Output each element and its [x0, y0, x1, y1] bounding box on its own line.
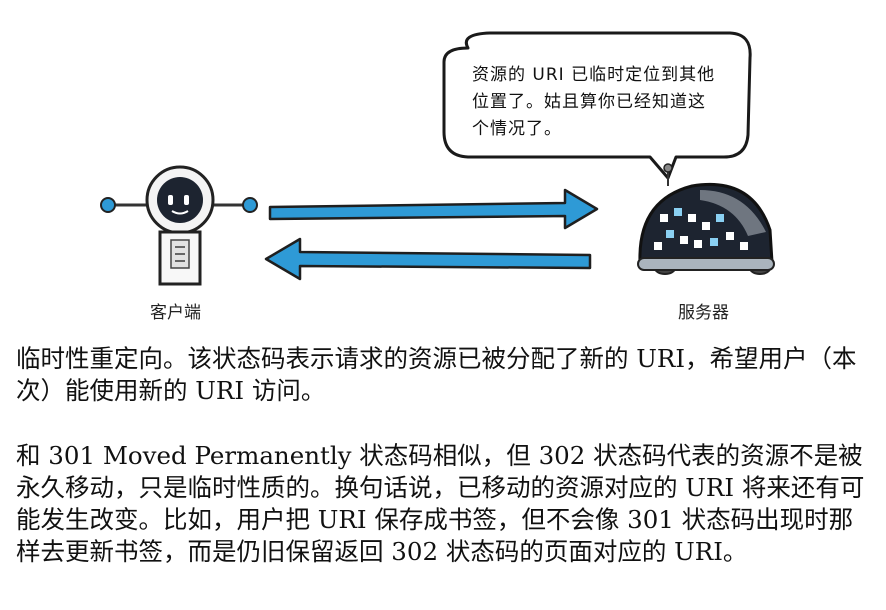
client-server-diagram — [100, 31, 775, 286]
paragraph-2: 和 301 Moved Permanently 状态码相似，但 302 状态码代… — [16, 441, 865, 566]
paragraph-1: 临时性重定向。该状态码表示请求的资源已被分配了新的 URI，希望用户（本次）能使… — [16, 344, 857, 405]
illustration: 客户端 服务器 资源的 URI 已临时定位到其他位置了。姑且算你已经知道这个情况… — [0, 0, 886, 330]
speech-bubble-text: 资源的 URI 已临时定位到其他位置了。姑且算你已经知道这个情况了。 — [472, 65, 716, 139]
server-label: 服务器 — [678, 303, 729, 323]
server-robot-icon — [637, 163, 775, 275]
request-arrow — [268, 188, 599, 230]
client-robot-icon — [100, 165, 258, 286]
client-label: 客户端 — [150, 303, 201, 323]
response-arrow — [264, 237, 592, 281]
